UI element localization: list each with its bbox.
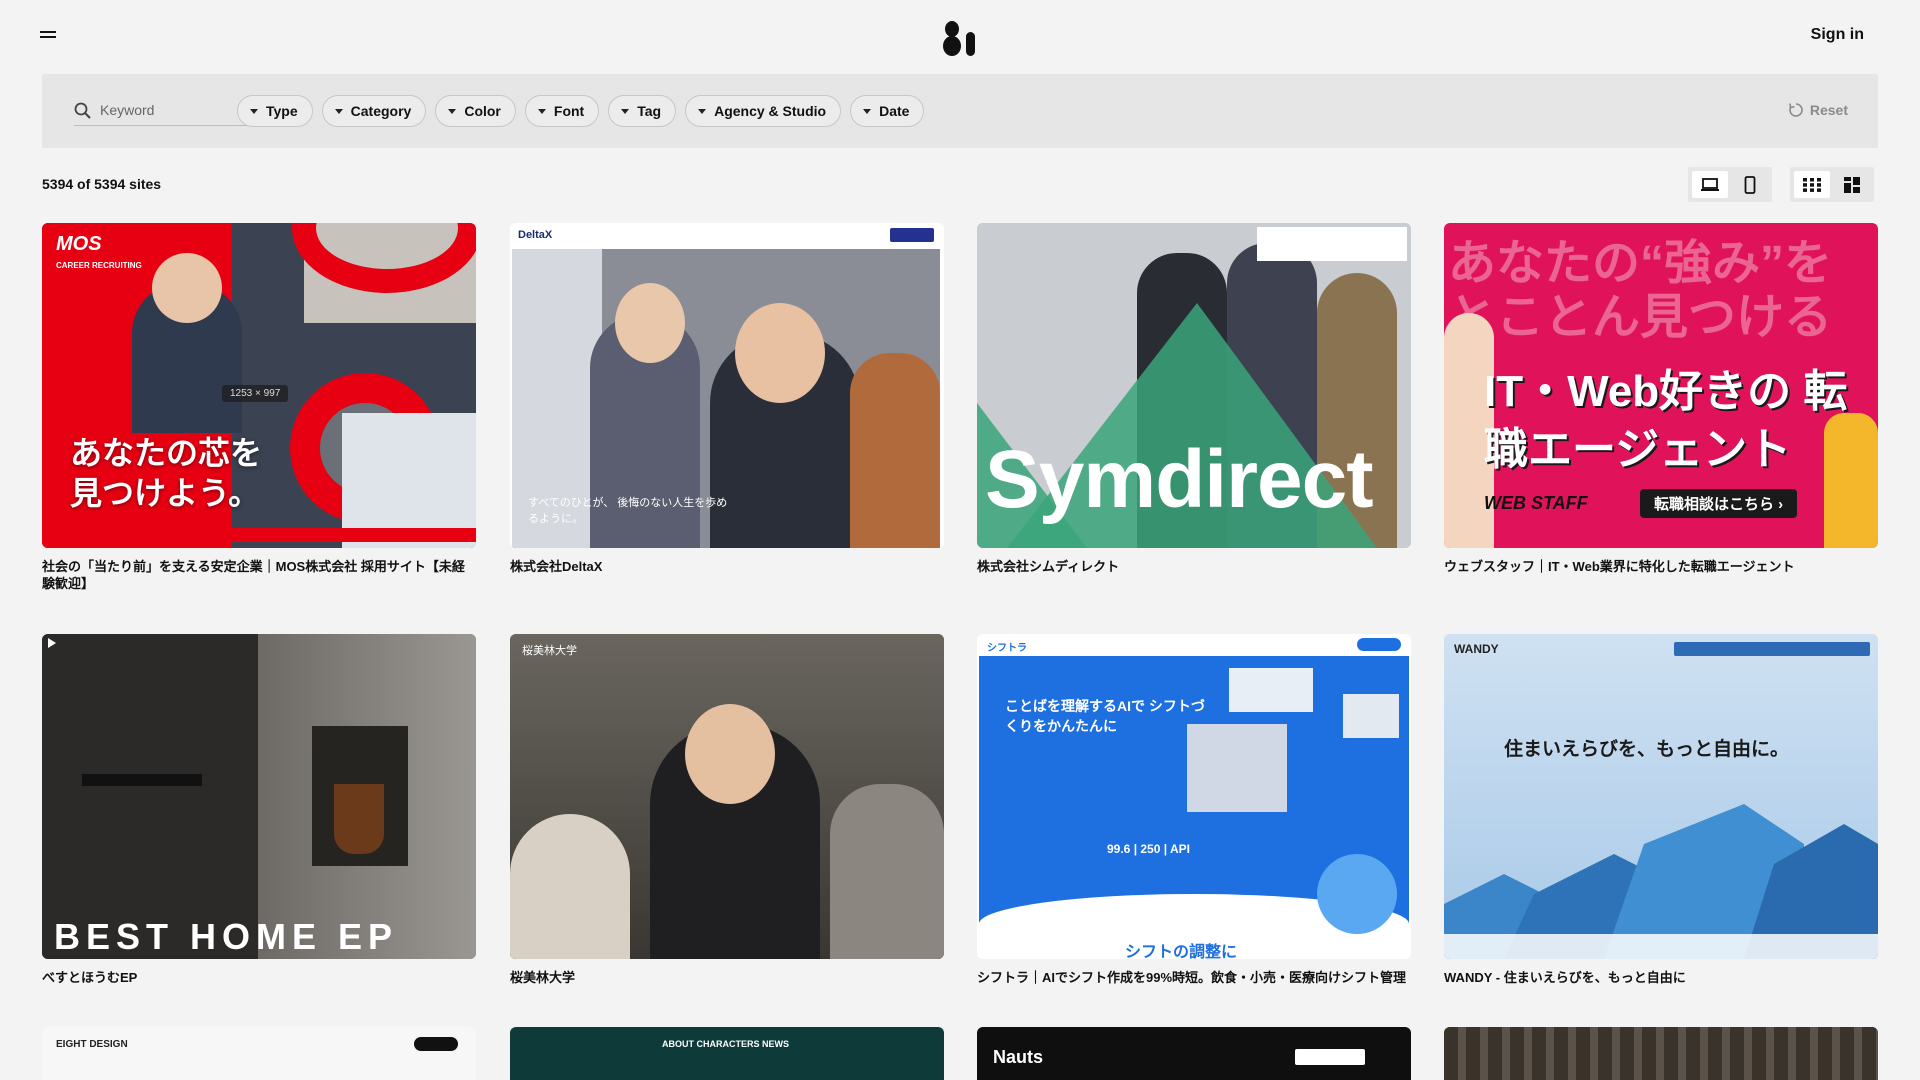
card-logo: EIGHT DESIGN (56, 1039, 128, 1050)
card-title[interactable]: ウェブスタッフ｜IT・Web業界に特化した転職エージェント (1444, 558, 1878, 575)
card-title[interactable]: 株式会社シムディレクト (977, 558, 1411, 575)
card-headline: あなたの芯を 見つけよう。 (70, 435, 263, 511)
filter-color[interactable]: Color (435, 95, 516, 127)
card-headline: Symdirect (985, 434, 1374, 525)
filter-category[interactable]: Category (321, 95, 427, 127)
chevron-down-icon (537, 108, 546, 114)
grid-toggle (1790, 167, 1874, 202)
site-thumbnail[interactable]: ABOUT CHARACTERS NEWS (510, 1027, 944, 1080)
site-card: EIGHT DESIGN (42, 1027, 476, 1080)
card-logo: MOS (56, 233, 102, 255)
masonry-view-button[interactable] (1834, 171, 1870, 198)
card-nav: ABOUT CHARACTERS NEWS (662, 1039, 789, 1049)
site-logo[interactable] (940, 20, 980, 56)
device-toggle (1688, 167, 1772, 202)
keyword-input[interactable] (100, 98, 260, 122)
site-thumbnail[interactable] (1444, 1027, 1878, 1080)
card-title[interactable]: シフトラ｜AIでシフト作成を99%時短。飲食・小売・医療向けシフト管理 (977, 969, 1411, 986)
reset-icon (1789, 103, 1803, 117)
chevron-down-icon (621, 108, 630, 114)
card-logo: WANDY (1454, 642, 1499, 656)
site-thumbnail[interactable]: あなたの“強み”を とことん見つける IT・Web好きの 転職エージェント WE… (1444, 223, 1878, 548)
filter-bar: Type Category Color Font Tag Agency & St… (42, 74, 1878, 148)
filter-tag[interactable]: Tag (608, 95, 677, 127)
site-card: Symdirect 株式会社シムディレクト (977, 223, 1411, 575)
grid-icon (1803, 177, 1821, 192)
laptop-icon (1701, 177, 1719, 191)
card-cta: 転職相談はこちら › (1640, 489, 1798, 518)
search-box (74, 96, 264, 126)
desktop-view-button[interactable] (1692, 171, 1728, 198)
card-logo: Nauts (993, 1047, 1044, 1067)
card-title[interactable]: WANDY - 住まいえらびを、もっと自由に (1444, 969, 1878, 986)
card-title[interactable]: 桜美林大学 (510, 969, 944, 986)
card-logo-sub: CAREER RECRUITING (56, 261, 142, 270)
card-stats: 99.6 | 250 | API (1107, 842, 1190, 856)
results-count: 5394 of 5394 sites (42, 176, 162, 192)
site-card: 桜美林大学 桜美林大学 (510, 634, 944, 986)
play-icon (48, 638, 56, 648)
card-logo: DeltaX (518, 229, 553, 241)
card-headline: IT・Web好きの 転職エージェント (1484, 367, 1848, 474)
card-title[interactable]: 社会の「当たり前」を支える安定企業｜MOS株式会社 採用サイト【未経験歓迎】 (42, 558, 476, 592)
card-headline: ことばを理解するAIで シフトづくりをかんたんに (1005, 698, 1205, 734)
card-headline: 住まいえらびを、もっと自由に。 (1504, 739, 1790, 760)
site-thumbnail[interactable]: DeltaX すべてのひとが、 後悔のない人生を歩めるように。 (510, 223, 944, 548)
sign-in-link[interactable]: Sign in (1811, 26, 1864, 44)
card-brand: WEB STAFF (1484, 493, 1588, 513)
filter-agency-studio[interactable]: Agency & Studio (685, 95, 842, 127)
card-footer-text: シフトの調整に (1125, 944, 1238, 959)
size-badge: 1253 × 997 (222, 385, 289, 402)
chevron-down-icon (334, 108, 343, 114)
site-thumbnail[interactable]: MOS CAREER RECRUITING あなたの芯を 見つけよう。 1253… (42, 223, 476, 548)
filter-date[interactable]: Date (850, 95, 925, 127)
grid-view-button[interactable] (1794, 171, 1830, 198)
card-headline-top: あなたの“強み”を とことん見つける (1448, 237, 1833, 344)
card-title[interactable]: 株式会社DeltaX (510, 558, 944, 575)
site-thumbnail[interactable]: シフトラ ことばを理解するAIで シフトづくりをかんたんに 99.6 | 250… (977, 634, 1411, 959)
site-thumbnail[interactable]: 桜美林大学 (510, 634, 944, 959)
search-icon (74, 102, 91, 119)
site-card (1444, 1027, 1878, 1080)
site-card: WANDY 住まいえらびを、もっと自由に。 WANDY - 住まいえらびを、もっ… (1444, 634, 1878, 986)
card-logo: 桜美林大学 (522, 645, 577, 657)
phone-icon (1744, 175, 1756, 194)
site-thumbnail[interactable]: BEST HOME EP (42, 634, 476, 959)
filter-font[interactable]: Font (524, 95, 600, 127)
chevron-down-icon (250, 108, 258, 114)
card-headline: BEST HOME EP (54, 916, 399, 957)
site-thumbnail[interactable]: Nauts (977, 1027, 1411, 1080)
site-card: DeltaX すべてのひとが、 後悔のない人生を歩めるように。 株式会社Delt… (510, 223, 944, 575)
menu-icon[interactable] (40, 28, 60, 46)
site-thumbnail[interactable]: Symdirect (977, 223, 1411, 548)
reset-button[interactable]: Reset (1788, 102, 1848, 118)
site-card: ABOUT CHARACTERS NEWS (510, 1027, 944, 1080)
chevron-down-icon (863, 108, 872, 114)
card-headline: すべてのひとが、 後悔のない人生を歩めるように。 (528, 497, 728, 525)
site-thumbnail[interactable]: EIGHT DESIGN (42, 1027, 476, 1080)
filter-type[interactable]: Type (237, 95, 313, 127)
site-card: Nauts (977, 1027, 1411, 1080)
site-card: MOS CAREER RECRUITING あなたの芯を 見つけよう。 1253… (42, 223, 476, 592)
site-card: BEST HOME EP べすとほうむEP (42, 634, 476, 986)
site-header: Sign in (0, 0, 1920, 74)
card-logo: シフトラ (987, 643, 1027, 654)
filter-chips: Type Category Color Font Tag Agency & St… (237, 95, 925, 127)
chevron-down-icon (448, 108, 457, 114)
site-card: シフトラ ことばを理解するAIで シフトづくりをかんたんに 99.6 | 250… (977, 634, 1411, 986)
chevron-down-icon (698, 108, 707, 114)
mobile-view-button[interactable] (1732, 171, 1768, 198)
masonry-icon (1844, 176, 1860, 193)
site-card: あなたの“強み”を とことん見つける IT・Web好きの 転職エージェント WE… (1444, 223, 1878, 575)
site-thumbnail[interactable]: WANDY 住まいえらびを、もっと自由に。 (1444, 634, 1878, 959)
card-title[interactable]: べすとほうむEP (42, 969, 476, 986)
